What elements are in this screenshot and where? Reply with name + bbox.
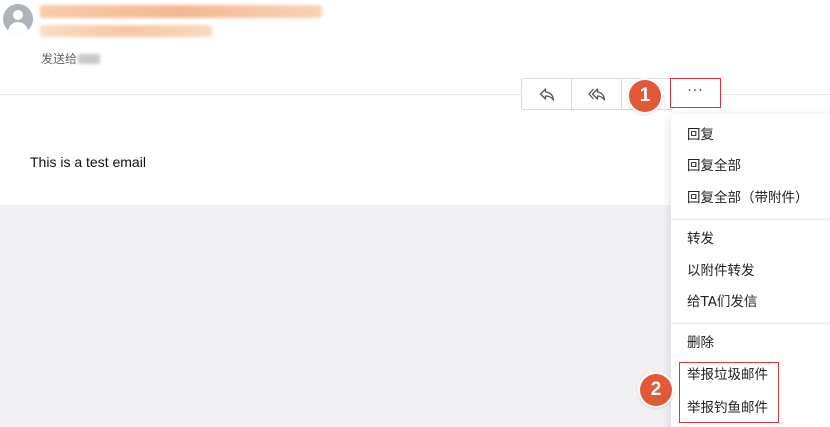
avatar-head xyxy=(13,10,23,20)
recipient-label: 发送给 xyxy=(41,52,78,66)
recipient-name-blurred xyxy=(78,54,100,64)
menu-item-reply-all-with-attachments[interactable]: 回复全部（带附件） xyxy=(687,189,809,207)
step-badge-2: 2 xyxy=(640,374,672,406)
reply-button[interactable] xyxy=(522,79,572,109)
more-actions-button[interactable]: ··· xyxy=(670,78,721,108)
menu-item-reply-all[interactable]: 回复全部 xyxy=(687,157,741,175)
reply-all-icon xyxy=(587,88,605,101)
step-badge-1: 1 xyxy=(629,80,661,112)
reply-icon xyxy=(539,88,554,101)
menu-item-delete[interactable]: 删除 xyxy=(687,334,714,352)
more-icon: ··· xyxy=(687,83,704,99)
menu-item-forward[interactable]: 转发 xyxy=(687,230,714,248)
report-items-highlight xyxy=(679,362,779,423)
reply-all-button[interactable] xyxy=(572,79,622,109)
menu-separator xyxy=(671,219,830,220)
sender-avatar[interactable] xyxy=(3,4,33,34)
email-body-text: This is a test email xyxy=(30,154,146,170)
menu-item-reply[interactable]: 回复 xyxy=(687,126,714,144)
sender-subinfo-blurred xyxy=(40,25,212,37)
sender-info-blurred xyxy=(40,5,322,18)
menu-item-send-to-them[interactable]: 给TA们发信 xyxy=(687,293,757,311)
menu-item-forward-as-attachment[interactable]: 以附件转发 xyxy=(687,262,755,280)
avatar-body xyxy=(8,22,28,34)
menu-separator xyxy=(671,323,830,324)
